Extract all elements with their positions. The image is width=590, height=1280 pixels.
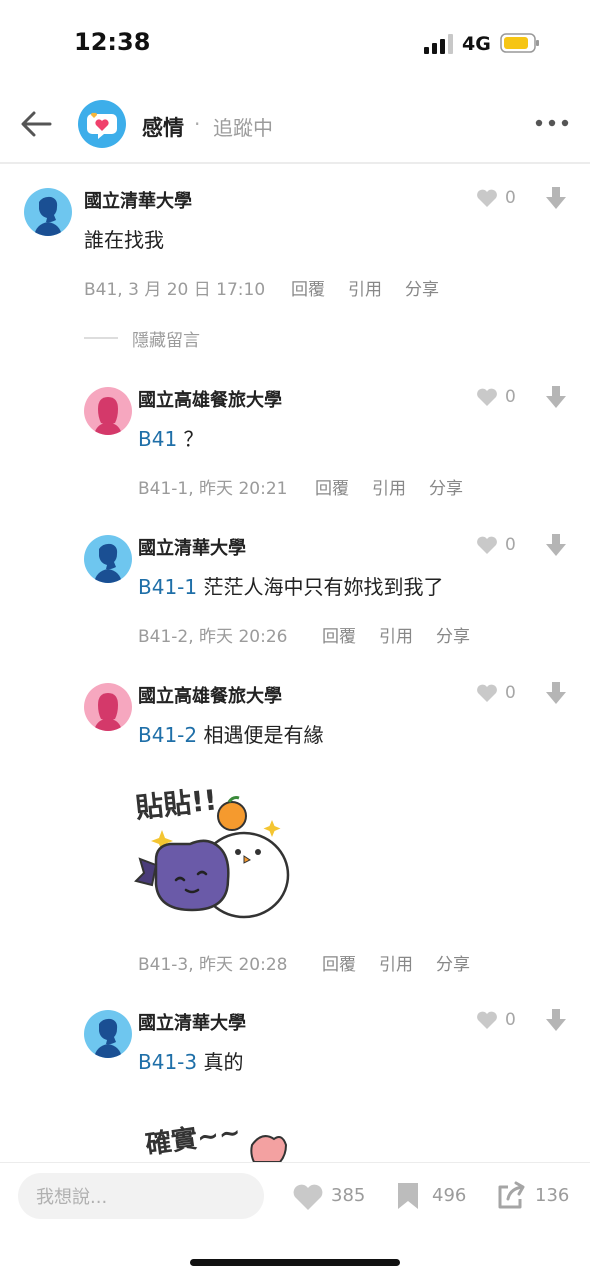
- share-button[interactable]: 分享: [436, 622, 470, 647]
- sticker-caption: 確實~~: [144, 1117, 243, 1161]
- like-count: 0: [505, 387, 516, 407]
- quote-button[interactable]: 引用: [379, 950, 413, 975]
- heart-icon[interactable]: [476, 188, 498, 208]
- hidden-comments-toggle[interactable]: 隱藏留言: [132, 326, 200, 351]
- more-options-icon[interactable]: [532, 108, 572, 138]
- avatar[interactable]: [84, 683, 132, 731]
- share-count: 136: [535, 1185, 570, 1206]
- reply-tag-link[interactable]: B41-2: [138, 723, 197, 747]
- like-count: 0: [505, 683, 516, 703]
- heart-icon[interactable]: [476, 683, 498, 703]
- reply-button[interactable]: 回覆: [291, 275, 325, 300]
- comment-author[interactable]: 國立清華大學: [84, 187, 192, 213]
- post-like-count: 385: [331, 1185, 366, 1206]
- status-bar: 12:38 4G: [0, 0, 590, 88]
- board-icon[interactable]: [78, 100, 126, 148]
- share-button[interactable]: 分享: [436, 950, 470, 975]
- person-silhouette-icon: [94, 397, 122, 435]
- comment-meta: B41-2, 昨天 20:26: [138, 627, 288, 647]
- reply-button[interactable]: 回覆: [315, 474, 349, 499]
- comment-body: 真的: [203, 1050, 244, 1074]
- like-heart-icon[interactable]: [292, 1183, 324, 1211]
- avatar[interactable]: [84, 1010, 132, 1058]
- heart-icon[interactable]: [476, 535, 498, 555]
- reply-button[interactable]: 回覆: [322, 622, 356, 647]
- like-count: 0: [505, 188, 516, 208]
- downvote-icon[interactable]: [546, 534, 566, 556]
- follow-status[interactable]: 追蹤中: [213, 112, 273, 141]
- comment-text: B41-3 真的: [138, 1046, 243, 1075]
- share-icon[interactable]: [496, 1181, 526, 1211]
- hearts-chat-icon: [87, 112, 117, 139]
- share-button[interactable]: 分享: [429, 474, 463, 499]
- bookmark-icon[interactable]: [396, 1181, 420, 1211]
- downvote-icon[interactable]: [546, 1009, 566, 1031]
- board-name[interactable]: 感情: [142, 112, 184, 142]
- back-arrow-icon[interactable]: [18, 106, 54, 142]
- comment-text: B41-2 相遇便是有緣: [138, 719, 323, 748]
- divider: [84, 337, 118, 339]
- reply-button[interactable]: 回覆: [322, 950, 356, 975]
- comment-body: 茫茫人海中只有妳找到我了: [203, 575, 444, 599]
- bookmark-count: 496: [432, 1185, 467, 1206]
- person-silhouette-icon: [94, 543, 122, 583]
- comment-author[interactable]: 國立高雄餐旅大學: [138, 386, 282, 412]
- like-count: 0: [505, 1010, 516, 1030]
- comment-text: B41-1 茫茫人海中只有妳找到我了: [138, 571, 443, 600]
- comment-input[interactable]: 我想說...: [18, 1173, 264, 1219]
- heart-icon[interactable]: [476, 1010, 498, 1030]
- comment-meta: B41-3, 昨天 20:28: [138, 955, 288, 975]
- clock: 12:38: [74, 28, 151, 56]
- heart-icon[interactable]: [476, 387, 498, 407]
- network-label: 4G: [462, 33, 491, 55]
- avatar[interactable]: [84, 387, 132, 435]
- comment-author[interactable]: 國立清華大學: [138, 534, 246, 560]
- reply-tag-link[interactable]: B41-3: [138, 1050, 197, 1074]
- signal-icon: [424, 34, 453, 54]
- person-silhouette-icon: [94, 1018, 122, 1058]
- quote-button[interactable]: 引用: [372, 474, 406, 499]
- reply-tag-link[interactable]: B41-1: [138, 575, 197, 599]
- home-indicator: [190, 1259, 400, 1266]
- downvote-icon[interactable]: [546, 386, 566, 408]
- comment-text: B41 ？: [138, 423, 204, 452]
- share-button[interactable]: 分享: [405, 275, 439, 300]
- comment-author[interactable]: 國立高雄餐旅大學: [138, 682, 282, 708]
- separator-dot: ·: [194, 112, 201, 136]
- comment-meta: B41, 3 月 20 日 17:10: [84, 280, 266, 300]
- person-silhouette-icon: [34, 196, 62, 236]
- comment-author[interactable]: 國立清華大學: [138, 1009, 246, 1035]
- person-silhouette-icon: [94, 693, 122, 731]
- like-count: 0: [505, 535, 516, 555]
- board-header: 感情 · 追蹤中: [0, 88, 590, 164]
- comment-body: 相遇便是有緣: [203, 723, 324, 747]
- battery-icon: [500, 33, 539, 53]
- quote-button[interactable]: 引用: [379, 622, 413, 647]
- downvote-icon[interactable]: [546, 682, 566, 704]
- sticker-image[interactable]: 貼貼!!: [132, 770, 297, 920]
- avatar[interactable]: [24, 188, 72, 236]
- sticker-image[interactable]: 確實~~: [140, 1105, 300, 1162]
- comment-text: 誰在找我: [84, 228, 164, 252]
- comment-body: ？: [183, 427, 204, 451]
- downvote-icon[interactable]: [546, 187, 566, 209]
- bottom-action-bar: 我想說... 385 496 136: [0, 1162, 590, 1280]
- avatar[interactable]: [84, 535, 132, 583]
- sticker-caption: 貼貼!!: [134, 783, 219, 824]
- comment-meta: B41-1, 昨天 20:21: [138, 479, 288, 499]
- reply-tag-link[interactable]: B41: [138, 427, 177, 451]
- quote-button[interactable]: 引用: [348, 275, 382, 300]
